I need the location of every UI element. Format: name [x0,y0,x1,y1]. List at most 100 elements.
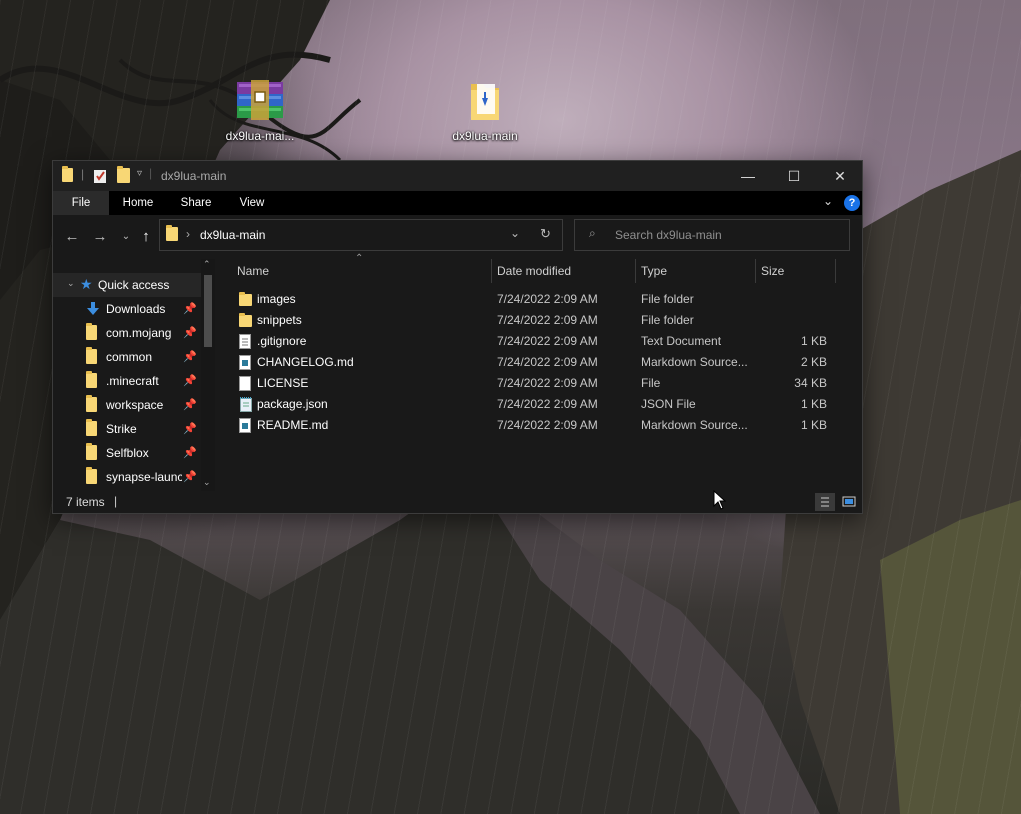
file-name: package.json [257,397,328,411]
column-separator[interactable] [835,259,836,283]
maximize-button[interactable]: ☐ [771,161,817,191]
nav-item-synapse-launcher[interactable]: synapse-launc 📌 [53,465,203,489]
markdown-file-icon [239,418,251,436]
nav-label: synapse-launc [106,470,182,484]
file-name: README.md [257,418,329,432]
nav-item-strike[interactable]: Strike 📌 [53,417,203,441]
column-header-name[interactable]: Name [231,259,491,283]
nav-label: com.mojang [106,326,172,340]
nav-item-common[interactable]: common 📌 [53,345,203,369]
file-date: 7/24/2022 2:09 AM [497,376,598,390]
large-icons-view-icon[interactable] [839,493,859,511]
nav-item-downloads[interactable]: Downloads 📌 [53,297,203,321]
markdown-file-icon [239,355,251,373]
scroll-up-icon[interactable]: ⌃ [203,259,211,270]
file-date: 7/24/2022 2:09 AM [497,334,598,348]
desktop-icon-label: dx9lua-main [452,129,518,143]
title-bar[interactable]: | ▿ | dx9lua-main — ☐ ✕ [53,161,862,191]
pin-icon[interactable]: 📌 [183,398,197,411]
table-row[interactable]: snippets 7/24/2022 2:09 AM File folder [217,310,841,331]
file-name: snippets [257,313,302,327]
table-row[interactable]: package.json 7/24/2022 2:09 AM JSON File… [217,394,841,415]
table-row[interactable]: .gitignore 7/24/2022 2:09 AM Text Docume… [217,331,841,352]
column-header-date[interactable]: Date modified [491,259,635,283]
folder-icon [86,395,97,415]
nav-item-com-mojang[interactable]: com.mojang 📌 [53,321,203,345]
table-row[interactable]: LICENSE 7/24/2022 2:09 AM File 34 KB [217,373,841,394]
folder-icon [239,313,252,328]
separator: | [81,167,85,181]
nav-item-minecraft[interactable]: .minecraft 📌 [53,369,203,393]
table-row[interactable]: README.md 7/24/2022 2:09 AM Markdown Sou… [217,415,841,436]
close-button[interactable]: ✕ [817,161,863,191]
file-size: 1 KB [800,397,827,411]
pin-icon[interactable]: 📌 [183,350,197,363]
file-type: Text Document [641,334,722,348]
pin-icon[interactable]: 📌 [183,302,197,315]
pin-icon[interactable]: 📌 [183,446,197,459]
star-icon: ★ [80,276,93,292]
search-input[interactable]: Search dx9lua-main [615,228,722,242]
search-box[interactable]: ⌕ Search dx9lua-main [574,219,850,251]
file-date: 7/24/2022 2:09 AM [497,418,598,432]
file-type: File folder [641,292,694,306]
file-date: 7/24/2022 2:09 AM [497,397,598,411]
scrollbar-thumb[interactable] [204,275,212,347]
refresh-icon[interactable]: ↻ [540,226,551,242]
tab-view[interactable]: View [228,191,276,215]
properties-icon[interactable] [93,168,107,187]
minimize-button[interactable]: — [725,161,771,191]
nav-label: Quick access [98,278,170,292]
ribbon-tabs: File Home Share View ⌄ ? [53,191,862,215]
nav-item-workspace[interactable]: workspace 📌 [53,393,203,417]
text-file-icon [239,334,251,352]
nav-scrollbar[interactable]: ⌃ ⌄ [201,259,215,491]
winrar-archive-icon [237,80,283,120]
tab-file[interactable]: File [53,191,109,215]
customize-toolbar-icon[interactable]: ▿ [137,168,142,179]
navigation-pane: ⌄ ★ Quick access Downloads 📌 com.mojang … [53,259,215,491]
help-icon[interactable]: ? [844,195,860,211]
nav-item-selfblox[interactable]: Selfblox 📌 [53,441,203,465]
json-file-icon [239,397,253,415]
folder-icon [86,467,97,487]
scroll-down-icon[interactable]: ⌄ [203,477,211,488]
column-header-type[interactable]: Type [635,259,755,283]
table-row[interactable]: images 7/24/2022 2:09 AM File folder [217,289,841,310]
pin-icon[interactable]: 📌 [183,422,197,435]
up-button[interactable]: ↑ [135,227,157,247]
nav-label: Downloads [106,302,166,316]
folder-icon [62,166,73,185]
file-type: Markdown Source... [641,418,748,432]
new-folder-icon[interactable] [117,166,130,186]
tab-share[interactable]: Share [171,191,221,215]
file-size: 34 KB [794,376,827,390]
nav-label: Strike [106,422,137,436]
pin-icon[interactable]: 📌 [183,470,197,483]
chevron-down-icon[interactable]: ⌄ [67,278,75,289]
desktop-icon-folder[interactable]: dx9lua-main [445,78,525,143]
file-list: ⌃ Name Date modified Type Size images 7/… [217,253,861,491]
breadcrumb[interactable]: dx9lua-main [200,228,265,242]
column-header-size[interactable]: Size [755,259,835,283]
recent-locations-button[interactable]: ⌄ [115,227,137,247]
file-name: images [257,292,296,306]
details-view-icon[interactable] [815,493,835,511]
address-bar[interactable]: › dx9lua-main ⌄ ↻ [159,219,563,251]
address-dropdown-icon[interactable]: ⌄ [510,226,520,240]
folder-icon [86,419,97,439]
folder-icon [86,347,97,367]
expand-ribbon-icon[interactable]: ⌄ [823,194,833,208]
file-size: 1 KB [800,418,827,432]
table-row[interactable]: CHANGELOG.md 7/24/2022 2:09 AM Markdown … [217,352,841,373]
desktop-icon-archive[interactable]: dx9lua-mai... [220,78,300,143]
pin-icon[interactable]: 📌 [183,374,197,387]
back-button[interactable]: ← [61,227,83,247]
file-date: 7/24/2022 2:09 AM [497,292,598,306]
desktop-icon-label: dx9lua-mai... [225,129,295,143]
nav-quick-access[interactable]: ⌄ ★ Quick access [53,273,201,297]
folder-icon [86,323,97,343]
pin-icon[interactable]: 📌 [183,326,197,339]
tab-home[interactable]: Home [113,191,163,215]
forward-button[interactable]: → [89,227,111,247]
